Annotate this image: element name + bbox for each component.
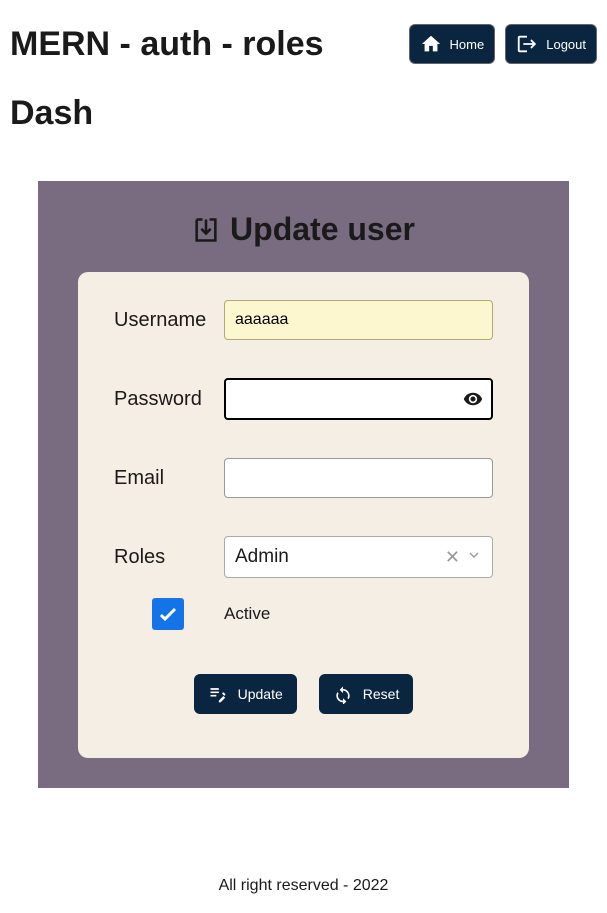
logout-button[interactable]: Logout <box>505 24 597 64</box>
roles-row: Roles Admin ✕ <box>114 536 493 578</box>
app-title: MERN - auth - roles <box>10 25 324 64</box>
password-label: Password <box>114 388 224 411</box>
active-label: Active <box>224 604 270 624</box>
reset-button[interactable]: Reset <box>319 674 414 714</box>
home-label: Home <box>450 37 485 52</box>
active-row: Active <box>114 598 493 630</box>
eye-icon <box>463 389 483 409</box>
roles-selected-value: Admin <box>235 546 445 568</box>
header: MERN - auth - roles Home Logout <box>0 0 607 76</box>
form-card: Username Password Email Roles Admin ✕ <box>78 272 529 758</box>
refresh-icon <box>333 684 353 704</box>
panel-title: Update user <box>38 211 569 248</box>
password-row: Password <box>114 378 493 420</box>
header-buttons: Home Logout <box>409 24 597 64</box>
update-panel: Update user Username Password Email Role… <box>38 181 569 788</box>
footer-text: All right reserved - 2022 <box>0 877 607 895</box>
username-input[interactable] <box>224 300 493 340</box>
email-input[interactable] <box>224 458 493 498</box>
username-row: Username <box>114 300 493 340</box>
reset-label: Reset <box>363 686 400 702</box>
username-label: Username <box>114 309 224 332</box>
home-button[interactable]: Home <box>409 24 496 64</box>
update-label: Update <box>238 686 283 702</box>
roles-label: Roles <box>114 546 224 569</box>
action-buttons: Update Reset <box>114 674 493 714</box>
clear-icon[interactable]: ✕ <box>445 547 460 568</box>
password-input[interactable] <box>224 378 493 420</box>
download-icon <box>192 216 220 244</box>
email-row: Email <box>114 458 493 498</box>
page-title: Dash <box>0 76 607 161</box>
toggle-password-button[interactable] <box>463 389 483 409</box>
home-icon <box>420 33 442 55</box>
edit-note-icon <box>208 684 228 704</box>
check-icon <box>156 602 180 626</box>
logout-label: Logout <box>546 37 586 52</box>
roles-select[interactable]: Admin ✕ <box>224 536 493 578</box>
chevron-down-icon <box>466 547 482 568</box>
logout-icon <box>516 33 538 55</box>
email-label: Email <box>114 467 224 490</box>
update-button[interactable]: Update <box>194 674 297 714</box>
active-checkbox[interactable] <box>152 598 184 630</box>
